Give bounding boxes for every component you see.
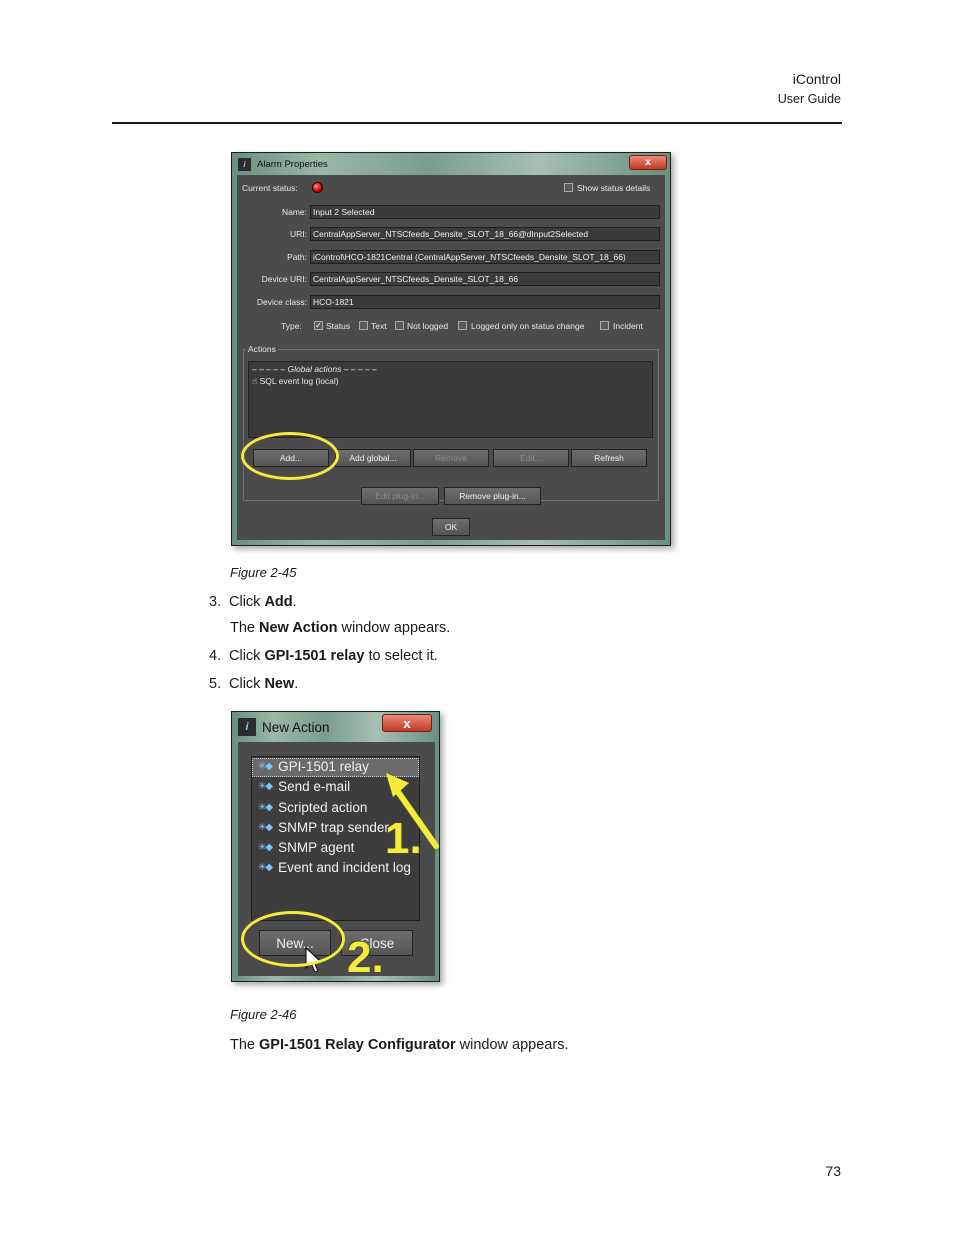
current-status-label: Current status: (242, 183, 298, 193)
type-logged-on-change-label: Logged only on status change (471, 321, 585, 331)
type-incident-label: Incident (613, 321, 643, 331)
new-button-highlight (241, 911, 345, 967)
show-status-details-label: Show status details (577, 183, 651, 193)
field-label-device-uri: Device URI: (261, 274, 307, 284)
sql-event-log-item[interactable]: ☝ SQL event log (local) (252, 376, 339, 387)
header-title: iControl (792, 71, 841, 87)
path-field[interactable]: iControl\HCO-1821Central (CentralAppServ… (310, 250, 660, 264)
type-not-logged-checkbox[interactable] (395, 321, 404, 330)
actions-list[interactable]: – – – – – Global actions – – – – – ☝ SQL… (248, 361, 653, 438)
type-text-label: Text (371, 321, 387, 331)
remove-button[interactable]: Remove (413, 449, 489, 467)
show-status-details-checkbox[interactable] (564, 183, 573, 192)
field-label-uri: URI: (290, 229, 307, 239)
type-logged-on-change-checkbox[interactable] (458, 321, 467, 330)
edit-button[interactable]: Edit... (493, 449, 569, 467)
step-4: 4. Click GPI-1501 relay to select it. (209, 648, 438, 664)
figure-2-46-caption: Figure 2-46 (230, 1007, 297, 1022)
add-button-highlight (241, 432, 339, 480)
field-label-name: Name: (281, 207, 307, 217)
type-not-logged-label: Not logged (407, 321, 449, 331)
edit-plugin-button[interactable]: Edit plug-in... (361, 487, 439, 505)
field-label-device-class: Device class: (256, 297, 307, 307)
window-body: Current status: Show status details Name… (237, 175, 665, 540)
type-label: Type: (281, 321, 302, 331)
field-label-path: Path: (287, 252, 307, 262)
step-3: 3. Click Add. (209, 594, 297, 610)
device-class-field[interactable]: HCO-1821 (310, 295, 660, 309)
window-titlebar: i Alarm Properties (232, 153, 670, 175)
status-led-icon (312, 182, 323, 193)
type-status-label: Status (326, 321, 351, 331)
type-text-checkbox[interactable] (359, 321, 368, 330)
global-actions-header: – – – – – Global actions – – – – – (252, 364, 377, 374)
close-button[interactable]: x (629, 155, 667, 170)
callout-2: 2. (347, 933, 384, 982)
step-5: 5. Click New. (209, 676, 299, 692)
app-icon: i (238, 157, 251, 171)
type-status-checkbox[interactable]: ✓ (314, 321, 323, 330)
step-3-result: The New Action window appears. (230, 620, 451, 636)
refresh-button[interactable]: Refresh (571, 449, 647, 467)
type-incident-checkbox[interactable] (600, 321, 609, 330)
ok-button[interactable]: OK (432, 518, 470, 536)
window-title: Alarm Properties (257, 158, 328, 170)
remove-plugin-button[interactable]: Remove plug-in... (444, 487, 541, 505)
alarm-properties-window: i Alarm Properties x Current status: Sho… (231, 152, 671, 546)
device-uri-field[interactable]: CentralAppServer_NTSCfeeds_Densite_SLOT_… (310, 272, 660, 286)
uri-field[interactable]: CentralAppServer_NTSCfeeds_Densite_SLOT_… (310, 227, 660, 241)
header-subtitle: User Guide (777, 92, 841, 106)
callout-1: 1. (385, 814, 422, 863)
page-number: 73 (825, 1163, 841, 1179)
name-field[interactable]: Input 2 Selected (310, 205, 660, 219)
final-paragraph: The GPI-1501 Relay Configurator window a… (230, 1037, 569, 1053)
hand-icon: ☝ (252, 376, 258, 386)
figure-2-45-caption: Figure 2-45 (230, 565, 297, 580)
add-global-button[interactable]: Add global... (335, 449, 411, 467)
header-rule (112, 122, 842, 124)
actions-legend: Actions (246, 344, 278, 354)
